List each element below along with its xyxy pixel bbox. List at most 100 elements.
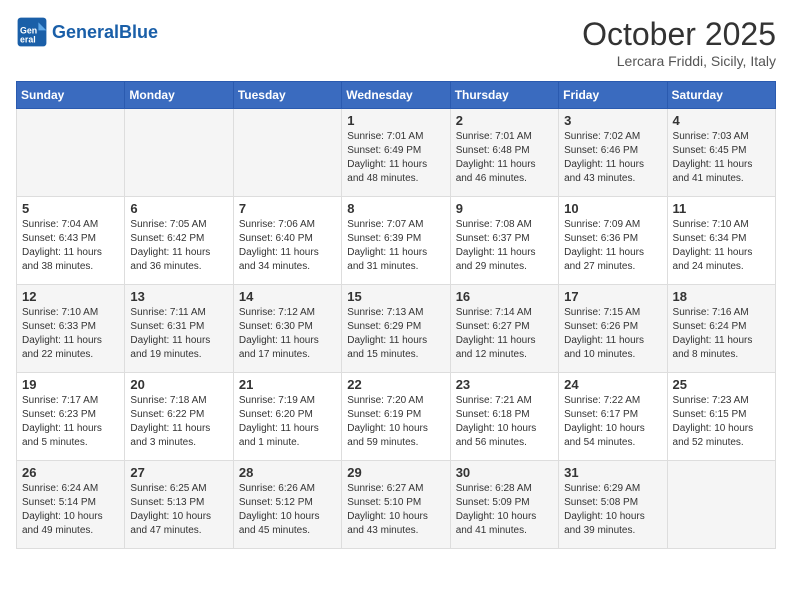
calendar-cell — [667, 461, 775, 549]
day-number: 11 — [673, 201, 770, 216]
header-saturday: Saturday — [667, 82, 775, 109]
day-number: 23 — [456, 377, 553, 392]
day-info: Sunrise: 6:29 AM Sunset: 5:08 PM Dayligh… — [564, 482, 661, 538]
logo-icon: Gen eral — [16, 16, 48, 48]
day-info: Sunrise: 7:09 AM Sunset: 6:36 PM Dayligh… — [564, 218, 661, 274]
calendar-cell: 27Sunrise: 6:25 AM Sunset: 5:13 PM Dayli… — [125, 461, 233, 549]
header-sunday: Sunday — [17, 82, 125, 109]
day-info: Sunrise: 7:05 AM Sunset: 6:42 PM Dayligh… — [130, 218, 227, 274]
day-info: Sunrise: 7:06 AM Sunset: 6:40 PM Dayligh… — [239, 218, 336, 274]
day-info: Sunrise: 7:08 AM Sunset: 6:37 PM Dayligh… — [456, 218, 553, 274]
day-number: 15 — [347, 289, 444, 304]
logo-general: General — [52, 22, 119, 42]
day-info: Sunrise: 7:01 AM Sunset: 6:48 PM Dayligh… — [456, 130, 553, 186]
calendar-cell — [233, 109, 341, 197]
calendar-cell: 9 Sunrise: 7:08 AM Sunset: 6:37 PM Daylig… — [450, 197, 558, 285]
day-info: Sunrise: 7:12 AM Sunset: 6:30 PM Dayligh… — [239, 306, 336, 362]
calendar-cell: 13 Sunrise: 7:11 AM Sunset: 6:31 PM Dayli… — [125, 285, 233, 373]
day-number: 5 — [22, 201, 119, 216]
location: Lercara Friddi, Sicily, Italy — [582, 53, 776, 69]
calendar-cell: 18 Sunrise: 7:16 AM Sunset: 6:24 PM Dayli… — [667, 285, 775, 373]
header-friday: Friday — [559, 82, 667, 109]
day-number: 7 — [239, 201, 336, 216]
calendar-cell: 3 Sunrise: 7:02 AM Sunset: 6:46 PM Daylig… — [559, 109, 667, 197]
day-number: 25 — [673, 377, 770, 392]
week-row-2: 5 Sunrise: 7:04 AM Sunset: 6:43 PM Daylig… — [17, 197, 776, 285]
day-info: Sunrise: 7:22 AM Sunset: 6:17 PM Dayligh… — [564, 394, 661, 450]
day-number: 6 — [130, 201, 227, 216]
calendar-cell: 26Sunrise: 6:24 AM Sunset: 5:14 PM Dayli… — [17, 461, 125, 549]
page-header: Gen eral GeneralBlue October 2025 Lercar… — [16, 16, 776, 69]
day-info: Sunrise: 7:13 AM Sunset: 6:29 PM Dayligh… — [347, 306, 444, 362]
calendar-cell: 16 Sunrise: 7:14 AM Sunset: 6:27 PM Dayli… — [450, 285, 558, 373]
day-number: 19 — [22, 377, 119, 392]
day-number: 4 — [673, 113, 770, 128]
header-thursday: Thursday — [450, 82, 558, 109]
month-title: October 2025 — [582, 16, 776, 53]
day-info: Sunrise: 7:02 AM Sunset: 6:46 PM Dayligh… — [564, 130, 661, 186]
title-block: October 2025 Lercara Friddi, Sicily, Ita… — [582, 16, 776, 69]
day-number: 30 — [456, 465, 553, 480]
day-info: Sunrise: 7:04 AM Sunset: 6:43 PM Dayligh… — [22, 218, 119, 274]
day-number: 14 — [239, 289, 336, 304]
calendar-cell: 17 Sunrise: 7:15 AM Sunset: 6:26 PM Dayli… — [559, 285, 667, 373]
day-number: 16 — [456, 289, 553, 304]
day-info: Sunrise: 7:11 AM Sunset: 6:31 PM Dayligh… — [130, 306, 227, 362]
week-row-4: 19 Sunrise: 7:17 AM Sunset: 6:23 PM Dayli… — [17, 373, 776, 461]
day-info: Sunrise: 7:14 AM Sunset: 6:27 PM Dayligh… — [456, 306, 553, 362]
day-number: 10 — [564, 201, 661, 216]
day-number: 21 — [239, 377, 336, 392]
week-row-3: 12 Sunrise: 7:10 AM Sunset: 6:33 PM Dayli… — [17, 285, 776, 373]
calendar-cell: 6 Sunrise: 7:05 AM Sunset: 6:42 PM Daylig… — [125, 197, 233, 285]
header-row: SundayMondayTuesdayWednesdayThursdayFrid… — [17, 82, 776, 109]
day-info: Sunrise: 6:25 AM Sunset: 5:13 PM Dayligh… — [130, 482, 227, 538]
day-info: Sunrise: 7:18 AM Sunset: 6:22 PM Dayligh… — [130, 394, 227, 450]
day-number: 28 — [239, 465, 336, 480]
day-info: Sunrise: 7:16 AM Sunset: 6:24 PM Dayligh… — [673, 306, 770, 362]
week-row-5: 26Sunrise: 6:24 AM Sunset: 5:14 PM Dayli… — [17, 461, 776, 549]
day-number: 13 — [130, 289, 227, 304]
calendar-cell: 19 Sunrise: 7:17 AM Sunset: 6:23 PM Dayli… — [17, 373, 125, 461]
day-number: 8 — [347, 201, 444, 216]
day-number: 24 — [564, 377, 661, 392]
calendar-cell: 14 Sunrise: 7:12 AM Sunset: 6:30 PM Dayli… — [233, 285, 341, 373]
day-number: 1 — [347, 113, 444, 128]
day-number: 18 — [673, 289, 770, 304]
day-info: Sunrise: 7:01 AM Sunset: 6:49 PM Dayligh… — [347, 130, 444, 186]
day-info: Sunrise: 7:19 AM Sunset: 6:20 PM Dayligh… — [239, 394, 336, 450]
day-info: Sunrise: 7:17 AM Sunset: 6:23 PM Dayligh… — [22, 394, 119, 450]
header-monday: Monday — [125, 82, 233, 109]
header-tuesday: Tuesday — [233, 82, 341, 109]
day-info: Sunrise: 7:10 AM Sunset: 6:34 PM Dayligh… — [673, 218, 770, 274]
day-info: Sunrise: 7:07 AM Sunset: 6:39 PM Dayligh… — [347, 218, 444, 274]
day-number: 3 — [564, 113, 661, 128]
calendar-cell: 30Sunrise: 6:28 AM Sunset: 5:09 PM Dayli… — [450, 461, 558, 549]
day-info: Sunrise: 7:10 AM Sunset: 6:33 PM Dayligh… — [22, 306, 119, 362]
day-number: 9 — [456, 201, 553, 216]
calendar-cell: 22Sunrise: 7:20 AM Sunset: 6:19 PM Dayli… — [342, 373, 450, 461]
week-row-1: 1 Sunrise: 7:01 AM Sunset: 6:49 PM Daylig… — [17, 109, 776, 197]
day-number: 12 — [22, 289, 119, 304]
calendar-body: 1 Sunrise: 7:01 AM Sunset: 6:49 PM Daylig… — [17, 109, 776, 549]
calendar-cell: 4 Sunrise: 7:03 AM Sunset: 6:45 PM Daylig… — [667, 109, 775, 197]
logo: Gen eral GeneralBlue — [16, 16, 158, 48]
day-number: 22 — [347, 377, 444, 392]
day-info: Sunrise: 7:15 AM Sunset: 6:26 PM Dayligh… — [564, 306, 661, 362]
calendar-cell: 15 Sunrise: 7:13 AM Sunset: 6:29 PM Dayli… — [342, 285, 450, 373]
calendar-cell: 28Sunrise: 6:26 AM Sunset: 5:12 PM Dayli… — [233, 461, 341, 549]
calendar-cell: 29Sunrise: 6:27 AM Sunset: 5:10 PM Dayli… — [342, 461, 450, 549]
calendar-cell: 1 Sunrise: 7:01 AM Sunset: 6:49 PM Daylig… — [342, 109, 450, 197]
day-number: 31 — [564, 465, 661, 480]
calendar-header: SundayMondayTuesdayWednesdayThursdayFrid… — [17, 82, 776, 109]
day-info: Sunrise: 7:03 AM Sunset: 6:45 PM Dayligh… — [673, 130, 770, 186]
day-number: 17 — [564, 289, 661, 304]
day-number: 20 — [130, 377, 227, 392]
calendar-cell: 11 Sunrise: 7:10 AM Sunset: 6:34 PM Dayli… — [667, 197, 775, 285]
logo-blue: Blue — [119, 22, 158, 42]
svg-text:eral: eral — [20, 34, 36, 44]
calendar-cell: 5 Sunrise: 7:04 AM Sunset: 6:43 PM Daylig… — [17, 197, 125, 285]
calendar-cell: 8 Sunrise: 7:07 AM Sunset: 6:39 PM Daylig… — [342, 197, 450, 285]
day-number: 2 — [456, 113, 553, 128]
calendar-table: SundayMondayTuesdayWednesdayThursdayFrid… — [16, 81, 776, 549]
calendar-cell — [17, 109, 125, 197]
